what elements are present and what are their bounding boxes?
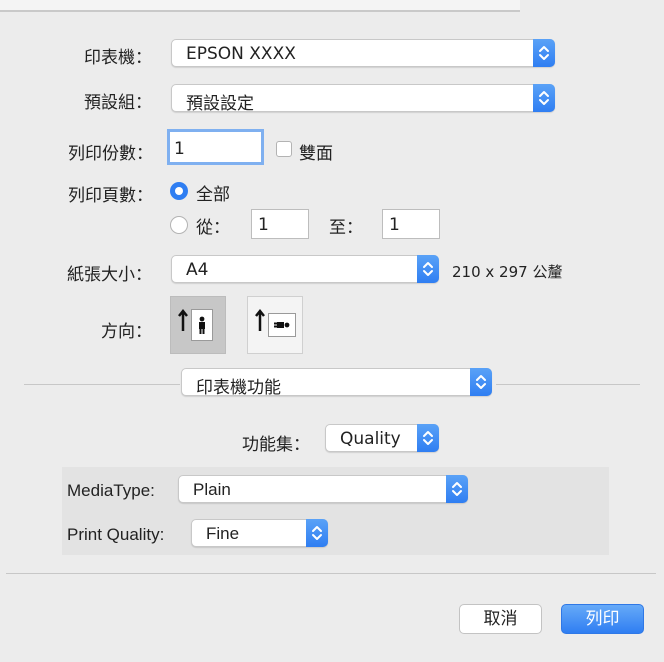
chevron-updown-icon <box>306 519 328 547</box>
landscape-page-icon <box>268 313 296 337</box>
media-type-popup[interactable]: Plain <box>178 475 468 503</box>
portrait-page-icon <box>191 309 213 341</box>
print-quality-popup[interactable]: Fine <box>191 519 328 547</box>
portrait-orientation-button[interactable] <box>170 296 226 354</box>
presets-popup[interactable]: 預設設定 <box>171 84 555 114</box>
chevron-updown-icon <box>533 84 555 112</box>
orientation-label: 方向： <box>101 322 152 342</box>
chevron-updown-icon <box>533 39 555 67</box>
pages-label: 列印頁數： <box>68 186 153 206</box>
printer-value: EPSON XXXX <box>186 44 296 64</box>
copies-label: 列印份數： <box>68 144 153 164</box>
presets-label: 預設組： <box>84 93 152 113</box>
section-divider-left <box>24 384 180 385</box>
printer-popup[interactable]: EPSON XXXX <box>171 39 555 67</box>
media-type-label: MediaType: <box>67 481 155 500</box>
up-arrow-icon <box>255 309 265 331</box>
section-divider-right <box>496 384 640 385</box>
pages-all-label: 全部 <box>196 185 230 205</box>
pages-all-radio[interactable] <box>170 182 188 200</box>
pages-from-value: 1 <box>258 215 269 235</box>
chevron-updown-icon <box>417 424 439 452</box>
duplex-label: 雙面 <box>299 144 333 164</box>
landscape-orientation-button[interactable] <box>247 296 303 354</box>
pages-to-label: 至： <box>329 218 363 238</box>
print-button[interactable]: 列印 <box>561 604 644 634</box>
section-menu-popup[interactable]: 印表機功能 <box>181 368 492 398</box>
copies-field[interactable]: 1 <box>167 129 264 165</box>
pages-to-field[interactable]: 1 <box>382 209 440 239</box>
duplex-checkbox[interactable] <box>276 141 292 157</box>
chevron-updown-icon <box>446 475 468 503</box>
feature-sets-value: Quality <box>340 429 401 449</box>
paper-size-value: A4 <box>186 260 209 280</box>
footer-divider <box>6 573 656 574</box>
up-arrow-icon <box>178 309 188 331</box>
print-quality-value: Fine <box>206 524 240 543</box>
paper-dimensions: 210 x 297 公釐 <box>452 263 563 281</box>
section-menu-value: 印表機功能 <box>196 378 281 398</box>
dialog-top-edge <box>0 0 664 12</box>
printer-label: 印表機： <box>84 48 152 68</box>
copies-value: 1 <box>174 139 185 159</box>
print-quality-label: Print Quality: <box>67 525 165 544</box>
pages-range-radio[interactable] <box>170 216 188 234</box>
paper-size-popup[interactable]: A4 <box>171 255 439 283</box>
pages-to-value: 1 <box>389 215 400 235</box>
media-type-value: Plain <box>193 480 231 499</box>
chevron-updown-icon <box>470 368 492 396</box>
cancel-button[interactable]: 取消 <box>459 604 542 634</box>
feature-sets-popup[interactable]: Quality <box>325 424 439 452</box>
paper-size-label: 紙張大小： <box>67 265 152 285</box>
feature-sets-label: 功能集： <box>242 435 310 455</box>
chevron-updown-icon <box>417 255 439 283</box>
pages-from-label: 從： <box>196 218 230 238</box>
presets-value: 預設設定 <box>186 94 254 114</box>
pages-from-field[interactable]: 1 <box>251 209 309 239</box>
